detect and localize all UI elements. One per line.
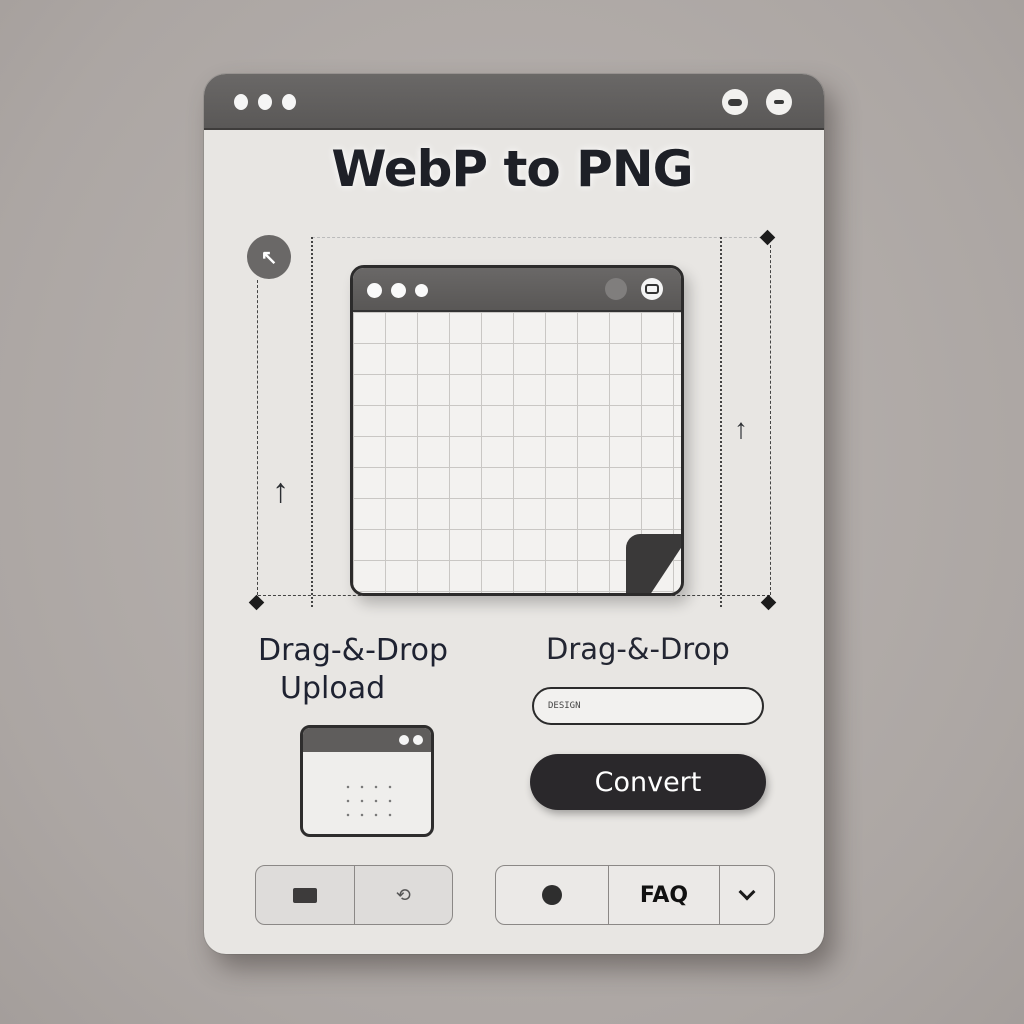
thumbnail-grid: [341, 780, 397, 824]
footer-right-group: FAQ: [495, 865, 775, 925]
thumbnail-title-bar: [303, 728, 431, 752]
dropdown-button[interactable]: [720, 866, 774, 924]
maximize-dot[interactable]: [282, 94, 296, 110]
info-button[interactable]: [496, 866, 609, 924]
guide-top: [312, 237, 767, 238]
link-icon[interactable]: [641, 278, 663, 300]
refresh-button[interactable]: ⟲: [355, 866, 453, 924]
image-icon: [292, 887, 317, 903]
cursor-icon: ↖: [260, 246, 278, 269]
thumbnail-dot: [413, 735, 423, 745]
faq-button[interactable]: FAQ: [609, 866, 720, 924]
preview-dot: [367, 283, 382, 298]
image-button[interactable]: [256, 866, 355, 924]
minimize-icon: [774, 100, 784, 104]
preview-dot: [415, 284, 428, 297]
upload-arrow-icon: ↑: [272, 472, 289, 510]
page-title: WebP to PNG: [331, 140, 693, 198]
close-dot[interactable]: [234, 94, 248, 110]
guide-left-outer: [257, 280, 258, 595]
toggle-button[interactable]: [722, 89, 748, 115]
minimize-dot[interactable]: [258, 94, 272, 110]
toggle-icon: [728, 98, 742, 106]
convert-button[interactable]: Convert: [530, 754, 766, 810]
upload-label: Drag-&-Drop Upload: [258, 632, 498, 708]
guide-right-outer: [770, 245, 771, 595]
thumbnail-preview[interactable]: [300, 725, 434, 837]
cursor-button[interactable]: ↖: [247, 235, 291, 279]
guide-right-inner: [720, 237, 722, 607]
preview-dot: [391, 283, 406, 298]
thumbnail-dot: [399, 735, 409, 745]
footer-left-group: ⟲: [255, 865, 453, 925]
info-icon: [542, 885, 562, 905]
faq-label: FAQ: [639, 882, 689, 908]
refresh-icon: ⟲: [395, 884, 411, 905]
upload-label-line1: Drag-&-Drop: [258, 633, 449, 668]
guide-left-inner: [311, 237, 313, 607]
preview-window: [350, 265, 684, 596]
upload-arrow-icon: ↑: [734, 413, 748, 444]
preview-title-bar: [353, 268, 681, 312]
settings-icon[interactable]: [605, 278, 627, 300]
title-bar: [204, 74, 824, 130]
drag-drop-label: Drag-&-Drop: [546, 632, 730, 666]
file-name-input[interactable]: [532, 687, 764, 725]
upload-label-line2: Upload: [280, 671, 386, 706]
minimize-button[interactable]: [766, 89, 792, 115]
chevron-down-icon: [738, 883, 756, 901]
